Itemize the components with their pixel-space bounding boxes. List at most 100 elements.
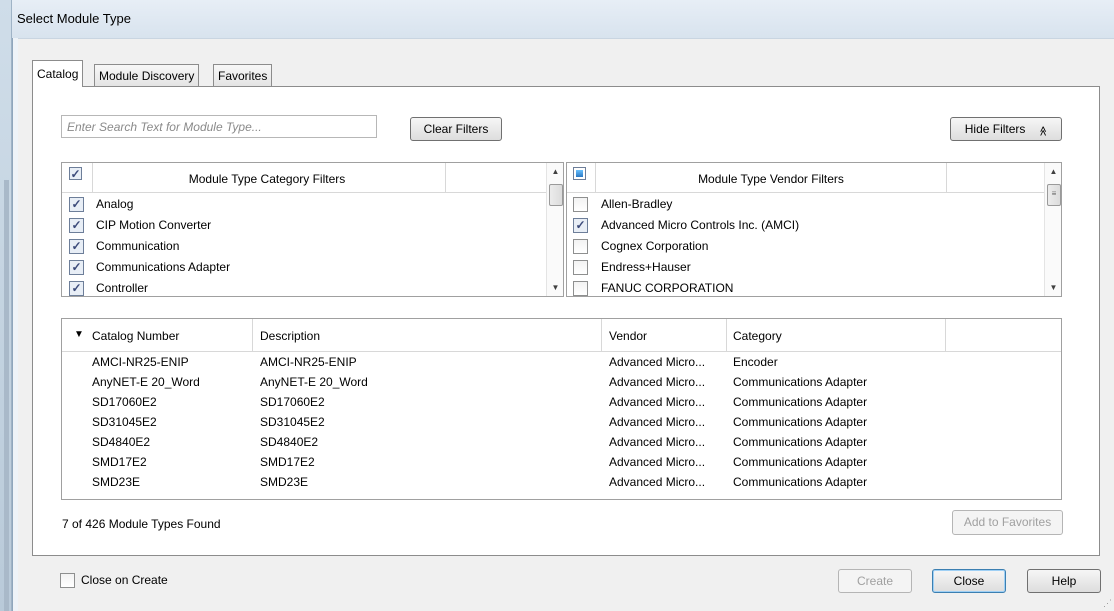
category-checkbox[interactable]: [69, 218, 84, 233]
category-filter-item[interactable]: Controller: [62, 278, 546, 296]
scroll-up-icon[interactable]: ▲: [1045, 167, 1061, 176]
hide-filters-button[interactable]: Hide Filters ≪: [950, 117, 1062, 141]
scroll-down-icon[interactable]: ▼: [547, 283, 563, 292]
vendor-label: Allen-Bradley: [601, 197, 673, 211]
vendor-filter-item[interactable]: Allen-Bradley: [567, 194, 1044, 215]
close-on-create-checkbox[interactable]: [60, 573, 75, 588]
table-row[interactable]: SD4840E2 SD4840E2 Advanced Micro... Comm…: [62, 432, 1061, 452]
category-select-all-checkbox[interactable]: [69, 167, 82, 180]
description-cell: SD17060E2: [260, 395, 325, 409]
table-row[interactable]: SMD23E SMD23E Advanced Micro... Communic…: [62, 472, 1061, 492]
description-cell: SMD17E2: [260, 455, 315, 469]
vendor-filter-item[interactable]: Endress+Hauser: [567, 257, 1044, 278]
scrollbar-thumb[interactable]: [549, 184, 563, 206]
tab-module-discovery[interactable]: Module Discovery: [94, 64, 200, 86]
close-on-create-label: Close on Create: [81, 573, 168, 587]
vendor-cell: Advanced Micro...: [609, 375, 706, 389]
vendor-filter-header: Module Type Vendor Filters: [567, 163, 1044, 193]
scrollbar-thumb[interactable]: ≡: [1047, 184, 1061, 206]
category-cell: Encoder: [733, 355, 778, 369]
window-title: Select Module Type: [17, 11, 131, 26]
hide-filters-label: Hide Filters: [964, 122, 1026, 136]
add-to-favorites-button[interactable]: Add to Favorites: [952, 510, 1063, 535]
category-cell: Communications Adapter: [733, 455, 868, 469]
description-cell: SD31045E2: [260, 415, 325, 429]
scroll-up-icon[interactable]: ▲: [547, 167, 563, 176]
catalog-number-cell: SMD23E: [92, 475, 141, 489]
vendor-filter-item[interactable]: Advanced Micro Controls Inc. (AMCI): [567, 215, 1044, 236]
tab-catalog[interactable]: Catalog: [32, 60, 84, 87]
table-row[interactable]: AnyNET-E 20_Word AnyNET-E 20_Word Advanc…: [62, 372, 1061, 392]
column-description[interactable]: Description: [260, 329, 320, 343]
vendor-checkbox[interactable]: [573, 218, 588, 233]
table-row[interactable]: SD17060E2 SD17060E2 Advanced Micro... Co…: [62, 392, 1061, 412]
vendor-filter-pane: Module Type Vendor Filters Allen-Bradley…: [566, 162, 1062, 297]
column-category[interactable]: Category: [733, 329, 782, 343]
vendor-label: Cognex Corporation: [601, 239, 709, 253]
category-filter-item[interactable]: CIP Motion Converter: [62, 215, 546, 236]
vendor-checkbox[interactable]: [573, 260, 588, 275]
vendor-cell: Advanced Micro...: [609, 475, 706, 489]
category-label: CIP Motion Converter: [96, 218, 212, 232]
close-button[interactable]: Close: [932, 569, 1006, 593]
catalog-number-cell: SD31045E2: [92, 415, 157, 429]
sort-descending-icon[interactable]: ▼: [74, 329, 84, 340]
description-cell: SD4840E2: [260, 435, 319, 449]
table-header: ▼ Catalog Number Description Vendor Cate…: [62, 319, 1061, 352]
vendor-label: Advanced Micro Controls Inc. (AMCI): [601, 218, 800, 232]
category-checkbox[interactable]: [69, 260, 84, 275]
category-scrollbar[interactable]: ▲ ▼: [546, 163, 563, 296]
category-checkbox[interactable]: [69, 239, 84, 254]
vendor-select-all-checkbox[interactable]: [573, 167, 586, 180]
category-filter-item[interactable]: Communications Adapter: [62, 257, 546, 278]
vendor-label: Endress+Hauser: [601, 260, 691, 274]
table-row[interactable]: AMCI-NR25-ENIP AMCI-NR25-ENIP Advanced M…: [62, 352, 1061, 372]
category-checkbox[interactable]: [69, 281, 84, 296]
description-cell: SMD23E: [260, 475, 309, 489]
vendor-checkbox[interactable]: [573, 239, 588, 254]
category-filter-pane: Module Type Category Filters Analog CIP …: [61, 162, 564, 297]
search-input[interactable]: Enter Search Text for Module Type...: [61, 115, 377, 138]
vendor-filter-item[interactable]: Cognex Corporation: [567, 236, 1044, 257]
category-cell: Communications Adapter: [733, 475, 868, 489]
category-cell: Communications Adapter: [733, 435, 868, 449]
vendor-label: FANUC CORPORATION: [601, 281, 734, 295]
clear-filters-button[interactable]: Clear Filters: [410, 117, 502, 141]
title-bar[interactable]: [12, 0, 1114, 38]
vendor-checkbox[interactable]: [573, 197, 588, 212]
create-button[interactable]: Create: [838, 569, 912, 593]
category-checkbox[interactable]: [69, 197, 84, 212]
table-row[interactable]: SD31045E2 SD31045E2 Advanced Micro... Co…: [62, 412, 1061, 432]
catalog-number-cell: AMCI-NR25-ENIP: [92, 355, 189, 369]
category-filter-item[interactable]: Analog: [62, 194, 546, 215]
catalog-number-cell: SD4840E2: [92, 435, 151, 449]
category-label: Communication: [96, 239, 180, 253]
category-filter-title: Module Type Category Filters: [188, 172, 346, 186]
catalog-number-cell: SD17060E2: [92, 395, 157, 409]
help-button[interactable]: Help: [1027, 569, 1101, 593]
category-filter-header: Module Type Category Filters: [62, 163, 546, 193]
resize-grip-icon[interactable]: ⋰: [1103, 598, 1112, 609]
vendor-scrollbar[interactable]: ▲ ≡ ▼: [1044, 163, 1061, 296]
category-cell: Communications Adapter: [733, 415, 868, 429]
background-window-edge: [0, 0, 12, 611]
catalog-number-cell: AnyNET-E 20_Word: [92, 375, 200, 389]
table-row[interactable]: SMD17E2 SMD17E2 Advanced Micro... Commun…: [62, 452, 1061, 472]
vendor-cell: Advanced Micro...: [609, 435, 706, 449]
description-cell: AnyNET-E 20_Word: [260, 375, 368, 389]
results-count: 7 of 426 Module Types Found: [62, 517, 221, 531]
category-filter-item[interactable]: Communication: [62, 236, 546, 257]
vendor-cell: Advanced Micro...: [609, 355, 706, 369]
vendor-checkbox[interactable]: [573, 281, 588, 296]
vendor-cell: Advanced Micro...: [609, 455, 706, 469]
category-label: Analog: [96, 197, 134, 211]
vendor-filter-title: Module Type Vendor Filters: [698, 172, 844, 186]
category-label: Communications Adapter: [96, 260, 231, 274]
category-cell: Communications Adapter: [733, 375, 868, 389]
scroll-down-icon[interactable]: ▼: [1045, 283, 1061, 292]
column-vendor[interactable]: Vendor: [609, 329, 647, 343]
column-catalog-number[interactable]: Catalog Number: [92, 329, 179, 343]
tab-favorites[interactable]: Favorites: [213, 64, 273, 86]
vendor-filter-item[interactable]: FANUC CORPORATION: [567, 278, 1044, 296]
module-results-table: ▼ Catalog Number Description Vendor Cate…: [61, 318, 1062, 500]
